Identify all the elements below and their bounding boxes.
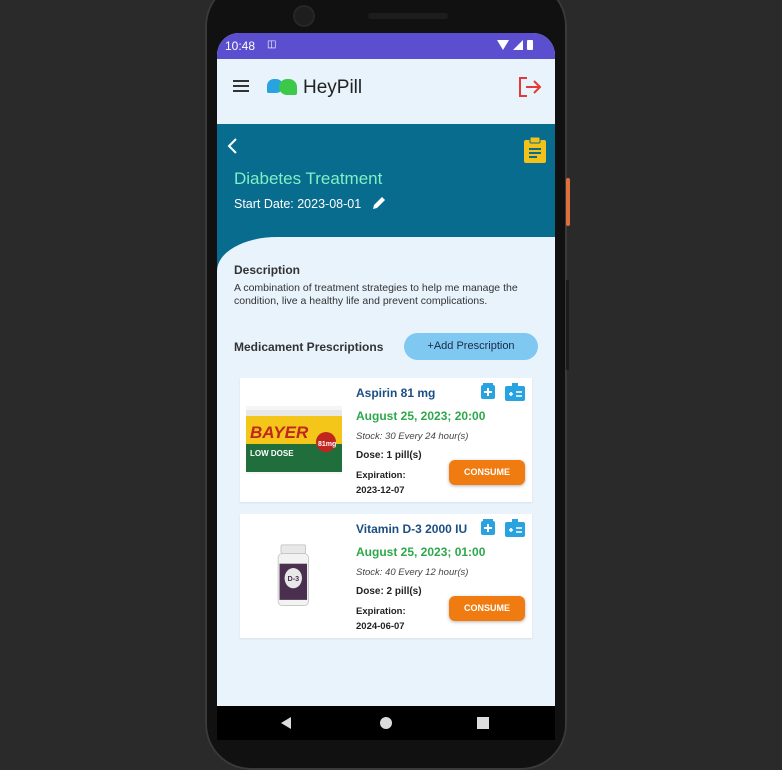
prescription-card[interactable]: BAYER 81mg LOW DOSE Aspirin 81 mg August… [240, 378, 532, 502]
edit-prescription-icon[interactable] [505, 519, 525, 537]
aspirin-package-image: BAYER 81mg LOW DOSE [246, 406, 342, 474]
prescription-name: Vitamin D-3 2000 IU [356, 522, 468, 536]
consume-button[interactable]: CONSUME [449, 460, 525, 485]
dose-info: Dose: 2 pill(s) [356, 586, 422, 597]
nav-recents-icon[interactable] [477, 717, 489, 729]
add-medicine-icon[interactable] [481, 383, 495, 399]
nav-back-icon[interactable] [281, 717, 291, 729]
consume-button[interactable]: CONSUME [449, 596, 525, 621]
add-prescription-button[interactable]: +Add Prescription [404, 333, 538, 360]
signal-icon [513, 40, 523, 50]
prescriptions-label: Medicament Prescriptions [234, 340, 384, 354]
battery-icon [527, 40, 533, 50]
expiration-date: 2023-12-07 [356, 485, 405, 496]
app-screen: 10:48 ◫ HeyPill Diabetes Treatment Start… [217, 33, 555, 740]
system-nav-bar [217, 706, 555, 740]
expiration-date: 2024-06-07 [356, 621, 405, 632]
add-medicine-icon[interactable] [481, 519, 495, 535]
clipboard-icon[interactable] [523, 136, 547, 164]
svg-text:BAYER: BAYER [250, 423, 309, 442]
status-bar: 10:48 ◫ [217, 33, 555, 59]
vitamin-bottle-image: D-3 [277, 544, 309, 607]
svg-text:D-3: D-3 [287, 574, 299, 583]
description-text: A combination of treatment strategies to… [234, 282, 518, 307]
prescription-card[interactable]: D-3 Vitamin D-3 2000 IU August 25, 2023;… [240, 514, 532, 638]
status-icons [497, 40, 533, 50]
next-dose-time: August 25, 2023; 01:00 [356, 545, 486, 559]
expiration-label: Expiration: [356, 606, 406, 617]
treatment-title: Diabetes Treatment [234, 169, 383, 188]
expiration-label: Expiration: [356, 470, 406, 481]
volume-button [566, 280, 569, 370]
svg-text:81mg: 81mg [318, 441, 336, 448]
heypill-logo-icon [267, 77, 297, 99]
power-button [566, 178, 570, 226]
app-brand: HeyPill [303, 77, 363, 98]
description-label: Description [234, 263, 301, 277]
app-bar: HeyPill [217, 59, 555, 117]
back-arrow-icon[interactable] [225, 136, 239, 156]
stock-info: Stock: 40 Every 12 hour(s) [356, 567, 469, 578]
logout-icon[interactable] [517, 76, 543, 98]
status-time: 10:48 [225, 39, 256, 53]
treatment-start-date: Start Date: 2023-08-01 [234, 197, 362, 211]
nav-home-icon[interactable] [380, 717, 392, 729]
pencil-icon[interactable] [370, 194, 388, 212]
sim-card-icon: ◫ [267, 39, 277, 50]
svg-text:LOW DOSE: LOW DOSE [250, 449, 294, 458]
speaker-grille [368, 13, 448, 19]
next-dose-time: August 25, 2023; 20:00 [356, 409, 486, 423]
wifi-icon [497, 40, 509, 50]
treatment-header: Diabetes Treatment Start Date: 2023-08-0… [217, 124, 555, 242]
edit-prescription-icon[interactable] [505, 383, 525, 401]
prescription-name: Aspirin 81 mg [356, 386, 436, 400]
stock-info: Stock: 30 Every 24 hour(s) [356, 431, 469, 442]
hamburger-menu-icon[interactable] [233, 80, 249, 92]
camera-icon [295, 7, 313, 25]
dose-info: Dose: 1 pill(s) [356, 450, 422, 461]
